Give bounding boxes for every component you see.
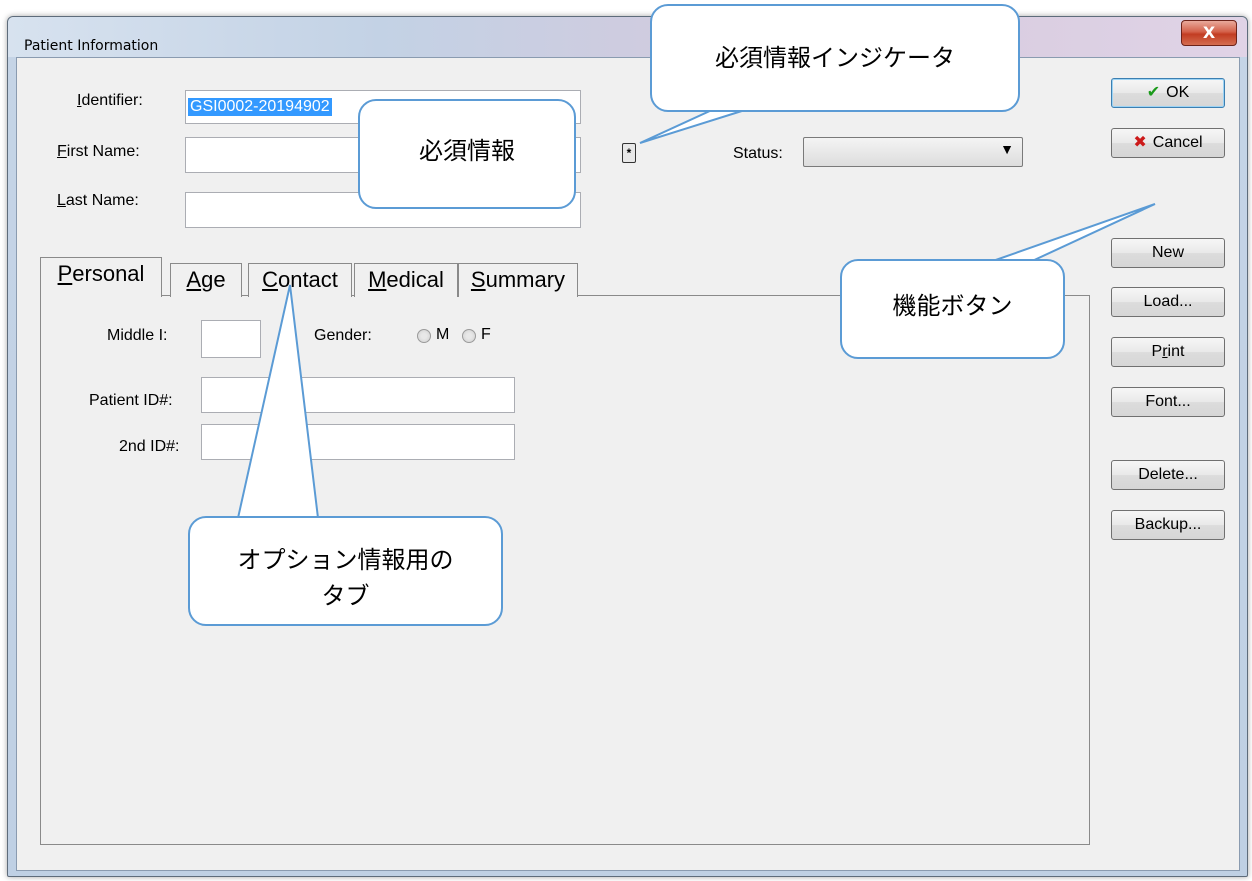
callout-optional-tabs: オプション情報用の タブ xyxy=(188,516,503,626)
callout-required-indicator: 必須情報インジケータ xyxy=(650,4,1020,112)
callout-required-info: 必須情報 xyxy=(358,99,576,209)
callout-function-buttons: 機能ボタン xyxy=(840,259,1065,359)
callout-pointers xyxy=(236,109,1156,519)
